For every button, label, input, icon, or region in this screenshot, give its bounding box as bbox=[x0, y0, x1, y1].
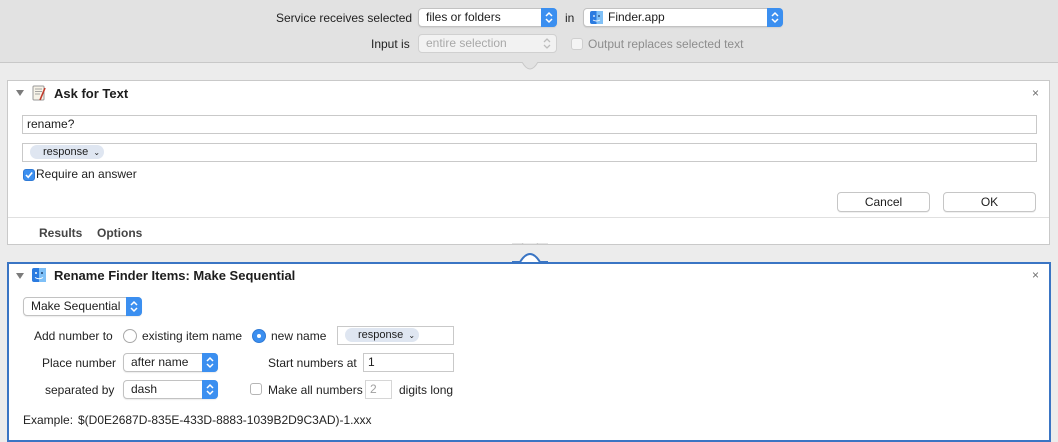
response-variable-token[interactable]: response ⌄ bbox=[30, 145, 105, 159]
options-tab[interactable]: Options bbox=[97, 226, 142, 240]
action-title: Rename Finder Items: Make Sequential bbox=[54, 268, 296, 283]
ask-for-text-action: Ask for Text × rename? response ⌄ Requir… bbox=[7, 80, 1050, 245]
example-label: Example: bbox=[23, 413, 74, 427]
close-action-icon[interactable]: × bbox=[1032, 268, 1039, 282]
popup-arrows-icon bbox=[541, 8, 557, 27]
output-replaces-checkbox[interactable] bbox=[571, 38, 583, 50]
separator-value: dash bbox=[131, 382, 158, 396]
response-variable-token[interactable]: response ⌄ bbox=[345, 328, 420, 342]
input-is-label: Input is bbox=[371, 37, 410, 51]
make-all-numbers-label: Make all numbers bbox=[268, 383, 363, 397]
workflow-connector-notch bbox=[512, 243, 548, 263]
application-popup[interactable]: Finder.app bbox=[583, 8, 783, 27]
application-value: Finder.app bbox=[608, 10, 665, 24]
receives-label: Service receives selected bbox=[276, 11, 413, 25]
service-settings-bar: Service receives selected files or folde… bbox=[0, 0, 1058, 63]
existing-name-radio[interactable] bbox=[123, 329, 137, 343]
separated-by-label: separated by bbox=[45, 383, 115, 397]
response-token-label: response bbox=[43, 146, 89, 158]
example-value: $(D0E2687D-835E-433D-8883-1039B2D9C3AD)-… bbox=[78, 413, 372, 427]
response-token-label: response bbox=[358, 329, 404, 341]
footer-divider bbox=[8, 217, 1049, 218]
digits-field[interactable]: 2 bbox=[365, 380, 392, 399]
cancel-button[interactable]: Cancel bbox=[837, 192, 930, 212]
require-answer-checkbox[interactable] bbox=[23, 169, 35, 181]
token-menu-chevron-icon: ⌄ bbox=[93, 148, 101, 157]
ask-for-text-icon bbox=[31, 85, 47, 101]
receives-type-popup[interactable]: files or folders bbox=[418, 8, 557, 27]
disclosure-triangle-icon[interactable] bbox=[16, 273, 24, 279]
place-number-popup[interactable]: after name bbox=[123, 353, 218, 372]
place-number-label: Place number bbox=[42, 356, 117, 370]
workflow-connector-notch bbox=[512, 62, 548, 70]
default-answer-field[interactable]: response ⌄ bbox=[22, 143, 1037, 162]
finder-icon bbox=[590, 11, 603, 24]
new-name-field[interactable]: response ⌄ bbox=[337, 326, 454, 345]
new-name-radio[interactable] bbox=[252, 329, 266, 343]
separator-popup[interactable]: dash bbox=[123, 380, 218, 399]
existing-name-label: existing item name bbox=[142, 329, 243, 343]
new-name-label: new name bbox=[271, 329, 327, 343]
popup-arrows-icon bbox=[541, 35, 553, 52]
place-number-value: after name bbox=[131, 355, 189, 369]
digits-long-label: digits long bbox=[399, 383, 454, 397]
popup-arrows-icon bbox=[126, 297, 142, 316]
rename-mode-value: Make Sequential bbox=[31, 299, 121, 313]
finder-icon bbox=[31, 267, 47, 283]
ok-button[interactable]: OK bbox=[943, 192, 1036, 212]
disclosure-triangle-icon[interactable] bbox=[16, 90, 24, 96]
rename-finder-items-action: Rename Finder Items: Make Sequential × M… bbox=[7, 262, 1051, 442]
results-tab[interactable]: Results bbox=[39, 226, 82, 240]
action-title: Ask for Text bbox=[54, 86, 129, 101]
add-number-label: Add number to bbox=[34, 329, 113, 343]
make-all-numbers-checkbox[interactable] bbox=[250, 383, 262, 395]
token-menu-chevron-icon: ⌄ bbox=[408, 331, 416, 340]
close-action-icon[interactable]: × bbox=[1032, 86, 1039, 100]
start-numbers-label: Start numbers at bbox=[268, 356, 357, 370]
input-is-value: entire selection bbox=[426, 36, 507, 50]
output-replaces-label: Output replaces selected text bbox=[588, 37, 744, 51]
in-label: in bbox=[565, 11, 575, 25]
receives-type-value: files or folders bbox=[426, 10, 501, 24]
rename-mode-popup[interactable]: Make Sequential bbox=[23, 297, 142, 316]
question-field[interactable]: rename? bbox=[22, 115, 1037, 134]
input-is-popup[interactable]: entire selection bbox=[418, 34, 557, 53]
popup-arrows-icon bbox=[202, 380, 218, 399]
popup-arrows-icon bbox=[202, 353, 218, 372]
start-numbers-field[interactable]: 1 bbox=[363, 353, 454, 372]
popup-arrows-icon bbox=[767, 8, 783, 27]
require-answer-label: Require an answer bbox=[36, 167, 137, 181]
